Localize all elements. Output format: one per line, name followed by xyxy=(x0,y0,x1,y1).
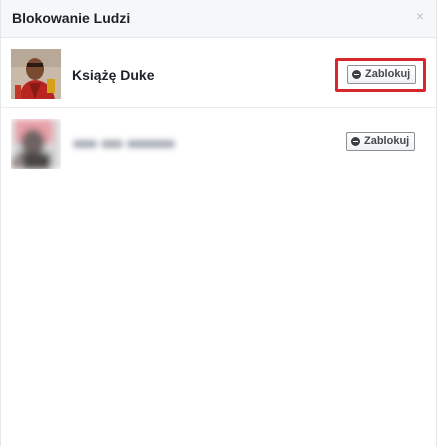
person-row: Zablokuj xyxy=(1,108,436,178)
person-name[interactable]: Książę Duke xyxy=(72,67,154,83)
block-button-label: Zablokuj xyxy=(365,68,411,80)
person-row: Książę Duke Zablokuj xyxy=(1,38,436,108)
close-icon[interactable]: × xyxy=(413,9,427,23)
block-button[interactable]: Zablokuj xyxy=(346,132,416,151)
dialog-header: Blokowanie Ludzi × xyxy=(1,0,436,38)
minus-circle-icon xyxy=(351,137,360,146)
avatar xyxy=(11,49,61,99)
person-name-obscured xyxy=(73,135,179,148)
block-people-dialog: Blokowanie Ludzi × Książę Duke Zablokuj xyxy=(0,0,437,446)
block-button[interactable]: Zablokuj xyxy=(347,65,417,84)
avatar xyxy=(11,119,61,169)
block-button-label: Zablokuj xyxy=(364,135,410,147)
dialog-title: Blokowanie Ludzi xyxy=(12,10,131,26)
minus-circle-icon xyxy=(352,70,361,79)
